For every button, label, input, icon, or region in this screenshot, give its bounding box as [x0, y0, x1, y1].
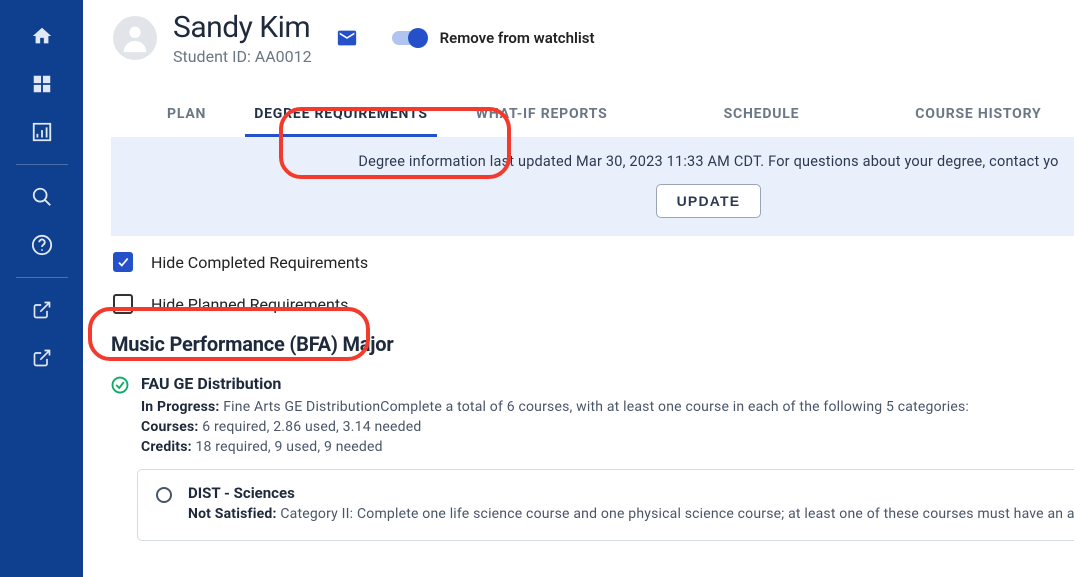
- filter-hide-completed-label: Hide Completed Requirements: [151, 253, 368, 272]
- in-progress-text: Fine Arts GE DistributionComplete a tota…: [220, 399, 969, 415]
- avatar: [113, 16, 157, 60]
- filters: Hide Completed Requirements Hide Planned…: [83, 236, 1074, 332]
- main-content: Sandy Kim Student ID: AA0012 Remove from…: [83, 0, 1074, 577]
- home-icon[interactable]: [30, 24, 54, 48]
- sub-requirement-title: DIST - Sciences: [188, 484, 1074, 502]
- requirement-credits: Credits: 18 required, 9 used, 9 needed: [141, 439, 1074, 455]
- sidebar-divider: [16, 164, 68, 165]
- tab-degree-requirements[interactable]: DEGREE REQUIREMENTS: [230, 94, 452, 136]
- help-icon[interactable]: [30, 233, 54, 257]
- sub-requirement-card[interactable]: DIST - Sciences Not Satisfied: Category …: [137, 469, 1074, 541]
- tab-schedule[interactable]: SCHEDULE: [700, 94, 824, 136]
- sidebar-nav: [0, 0, 83, 577]
- chart-icon[interactable]: [30, 120, 54, 144]
- open-external-icon-2[interactable]: [30, 346, 54, 370]
- major-title: Music Performance (BFA) Major: [111, 332, 1074, 356]
- search-icon[interactable]: [30, 185, 54, 209]
- circle-empty-icon: [156, 487, 172, 503]
- student-info: Sandy Kim Student ID: AA0012: [173, 10, 312, 66]
- in-progress-label: In Progress:: [141, 399, 220, 415]
- check-circle-icon: [111, 376, 129, 394]
- courses-label: Courses:: [141, 419, 199, 435]
- checkbox-hide-planned[interactable]: [113, 294, 133, 314]
- tab-plan[interactable]: PLAN: [143, 94, 230, 136]
- watchlist-toggle[interactable]: [392, 31, 426, 45]
- student-name: Sandy Kim: [173, 10, 312, 45]
- open-external-icon[interactable]: [30, 298, 54, 322]
- credits-label: Credits:: [141, 439, 192, 455]
- widgets-icon[interactable]: [30, 72, 54, 96]
- email-icon[interactable]: [336, 27, 358, 49]
- watchlist-toggle-label: Remove from watchlist: [440, 29, 595, 47]
- filter-hide-planned-label: Hide Planned Requirements: [151, 295, 348, 314]
- watchlist-toggle-wrap: Remove from watchlist: [392, 29, 595, 47]
- update-button[interactable]: UPDATE: [656, 184, 762, 218]
- checkbox-hide-completed[interactable]: [113, 252, 133, 272]
- requirement-title: FAU GE Distribution: [141, 374, 1074, 393]
- tab-what-if[interactable]: WHAT-IF REPORTS: [452, 94, 632, 136]
- student-id: Student ID: AA0012: [173, 47, 312, 66]
- tabs: PLAN DEGREE REQUIREMENTS WHAT-IF REPORTS…: [83, 94, 1074, 137]
- requirement-block: FAU GE Distribution In Progress: Fine Ar…: [111, 374, 1074, 541]
- filter-hide-completed: Hide Completed Requirements: [113, 252, 1074, 272]
- requirement-in-progress: In Progress: Fine Arts GE DistributionCo…: [141, 399, 1074, 415]
- toggle-knob: [408, 28, 428, 48]
- credits-text: 18 required, 9 used, 9 needed: [192, 439, 383, 455]
- not-satisfied-text: Category II: Complete one life science c…: [277, 506, 1074, 522]
- tab-course-history[interactable]: COURSE HISTORY: [891, 94, 1065, 136]
- not-satisfied-label: Not Satisfied:: [188, 506, 277, 522]
- sidebar-divider-2: [16, 277, 68, 278]
- info-text: Degree information last updated Mar 30, …: [358, 153, 1058, 170]
- info-bar: Degree information last updated Mar 30, …: [111, 137, 1074, 236]
- filter-hide-planned: Hide Planned Requirements: [113, 294, 1074, 314]
- student-header: Sandy Kim Student ID: AA0012 Remove from…: [83, 0, 1074, 76]
- sub-requirement-not-satisfied: Not Satisfied: Category II: Complete one…: [188, 506, 1074, 522]
- courses-text: 6 required, 2.86 used, 3.14 needed: [199, 419, 422, 435]
- requirement-courses: Courses: 6 required, 2.86 used, 3.14 nee…: [141, 419, 1074, 435]
- degree-content: Music Performance (BFA) Major FAU GE Dis…: [83, 332, 1074, 541]
